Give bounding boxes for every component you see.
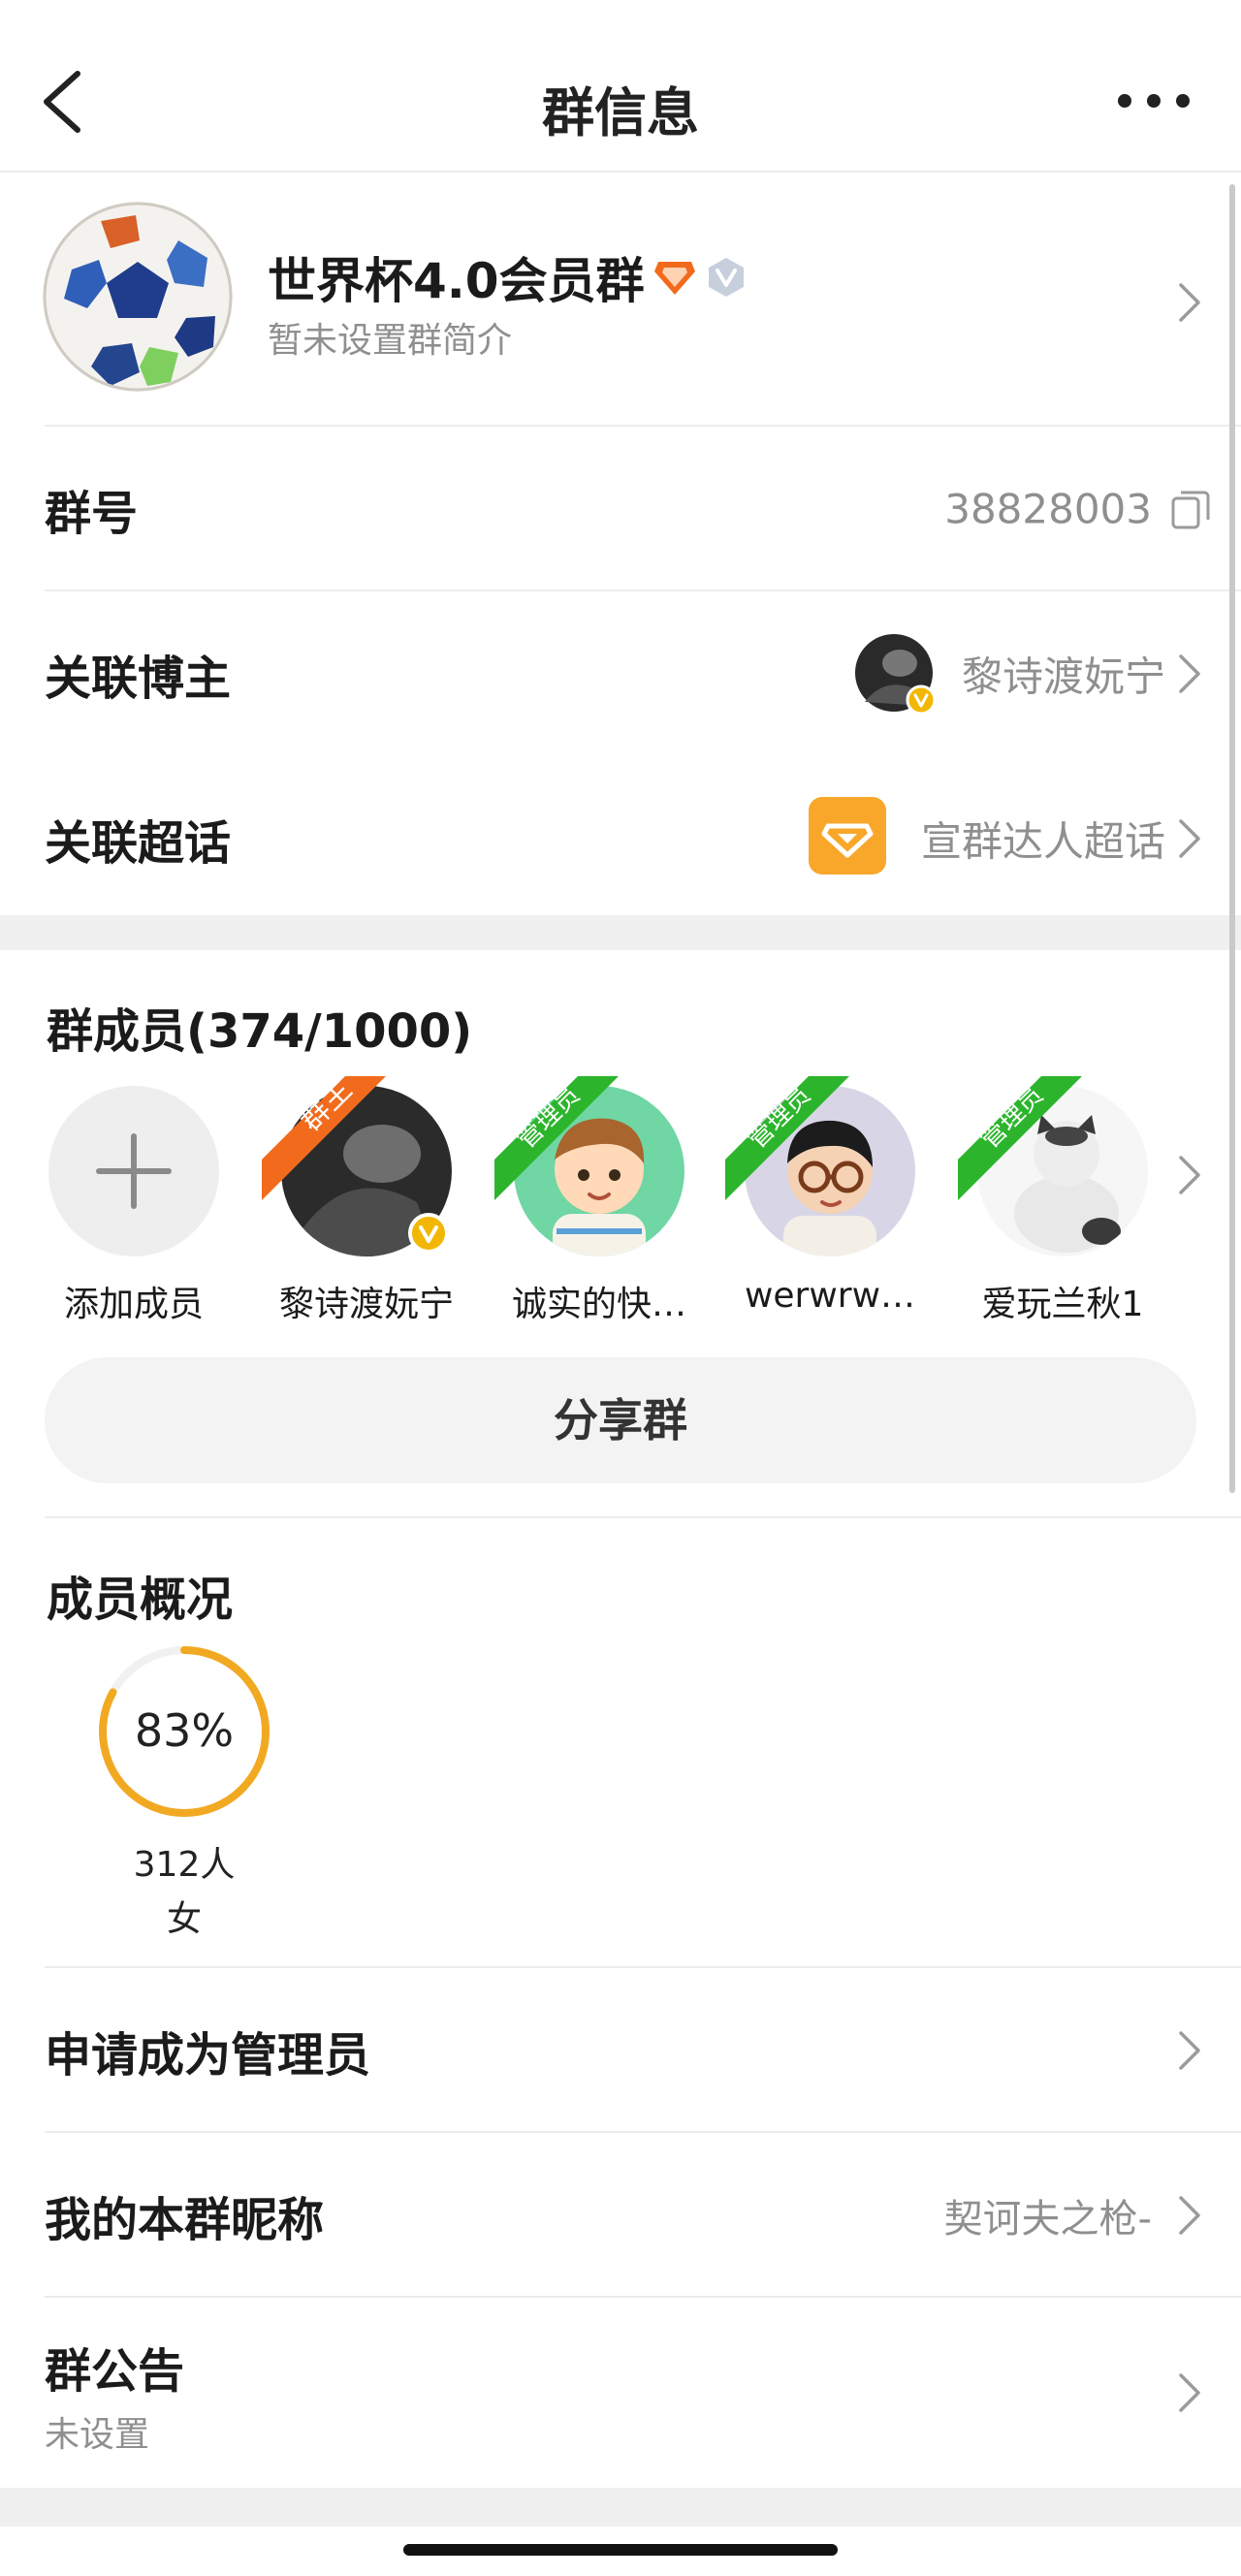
chevron-right-icon [1179,654,1200,693]
apply-admin-row[interactable]: 申请成为管理员 [0,1968,1241,2133]
chevron-right-icon [1179,2196,1200,2235]
member-name: 诚实的快… [511,1285,686,1324]
section-separator [0,2488,1241,2527]
nickname-value: 契诃夫之枪- [943,2197,1152,2242]
verified-badge-icon [906,684,937,716]
announcement-value: 未设置 [45,2415,150,2455]
apply-admin-label: 申请成为管理员 [45,2028,371,2083]
section-separator [0,915,1241,950]
group-id-value: 38828003 [944,485,1152,533]
add-member-label: 添加成员 [63,1285,204,1324]
announcement-label: 群公告 [45,2344,185,2399]
member-name: 爱玩兰秋1 [981,1285,1144,1324]
member-list: 添加成员 群主 黎诗渡妧宁 管理员 诚实的快… 管理员 werwrw… 管理员 … [0,1076,1241,1324]
chevron-right-icon [1179,2031,1200,2070]
female-percent: 83% [134,1704,235,1757]
group-id-label: 群号 [45,487,139,541]
overview-title: 成员概况 [47,1573,234,1627]
chevron-right-icon [1179,819,1200,858]
group-profile-row[interactable]: 世界杯4.0会员群 暂未设置群简介 [0,173,1241,425]
blogger-avatar [855,634,937,716]
admin-ribbon: 管理员 [494,1076,619,1200]
members-section-title: 群成员(374/1000) [47,1004,473,1059]
home-indicator [403,2544,838,2556]
diamond-badge-icon [653,262,695,295]
group-avatar [43,202,233,392]
chevron-right-icon[interactable] [1177,1154,1202,1196]
share-group-button[interactable]: 分享群 [45,1357,1196,1483]
group-id-row: 群号 38828003 [0,427,1241,591]
group-name-row: 世界杯4.0会员群 [268,242,748,312]
chevron-right-icon [1179,283,1200,322]
soccer-ball-icon [43,202,233,392]
female-count: 312人 [133,1845,236,1885]
linked-topic-name: 宣群达人超话 [920,817,1165,866]
chevron-right-icon [1179,2373,1200,2412]
copy-icon[interactable] [1169,489,1212,531]
nickname-row[interactable]: 我的本群昵称 契诃夫之枪- [0,2133,1241,2298]
nickname-label: 我的本群昵称 [45,2193,325,2247]
group-description: 暂未设置群简介 [268,321,513,361]
page-title: 群信息 [542,82,699,143]
member-name: 黎诗渡妧宁 [278,1285,454,1324]
linked-topic-row[interactable]: 关联超话 宣群达人超话 [0,756,1241,921]
owner-ribbon: 群主 [262,1076,386,1200]
verified-badge-icon [408,1213,449,1254]
linked-blogger-row[interactable]: 关联博主 黎诗渡妧宁 [0,591,1241,756]
plus-icon [96,1133,172,1209]
group-name: 世界杯4.0会员群 [268,253,645,309]
divider [45,1516,1241,1518]
scrollbar[interactable] [1229,184,1235,1493]
linked-blogger-label: 关联博主 [45,652,232,706]
announcement-row[interactable]: 群公告 未设置 [0,2298,1241,2488]
member-name: werwrw… [744,1276,916,1316]
gender-label: 女 [166,1899,202,1939]
navigation-bar: 群信息 [0,0,1241,173]
super-topic-icon [809,797,886,875]
ellipsis-icon[interactable] [1115,83,1193,118]
admin-ribbon: 管理员 [725,1076,849,1200]
linked-blogger-name: 黎诗渡妧宁 [961,652,1165,701]
admin-ribbon: 管理员 [958,1076,1082,1200]
add-member-circle[interactable] [48,1086,219,1256]
vip-shield-icon [708,258,744,297]
linked-topic-label: 关联超话 [45,816,232,871]
